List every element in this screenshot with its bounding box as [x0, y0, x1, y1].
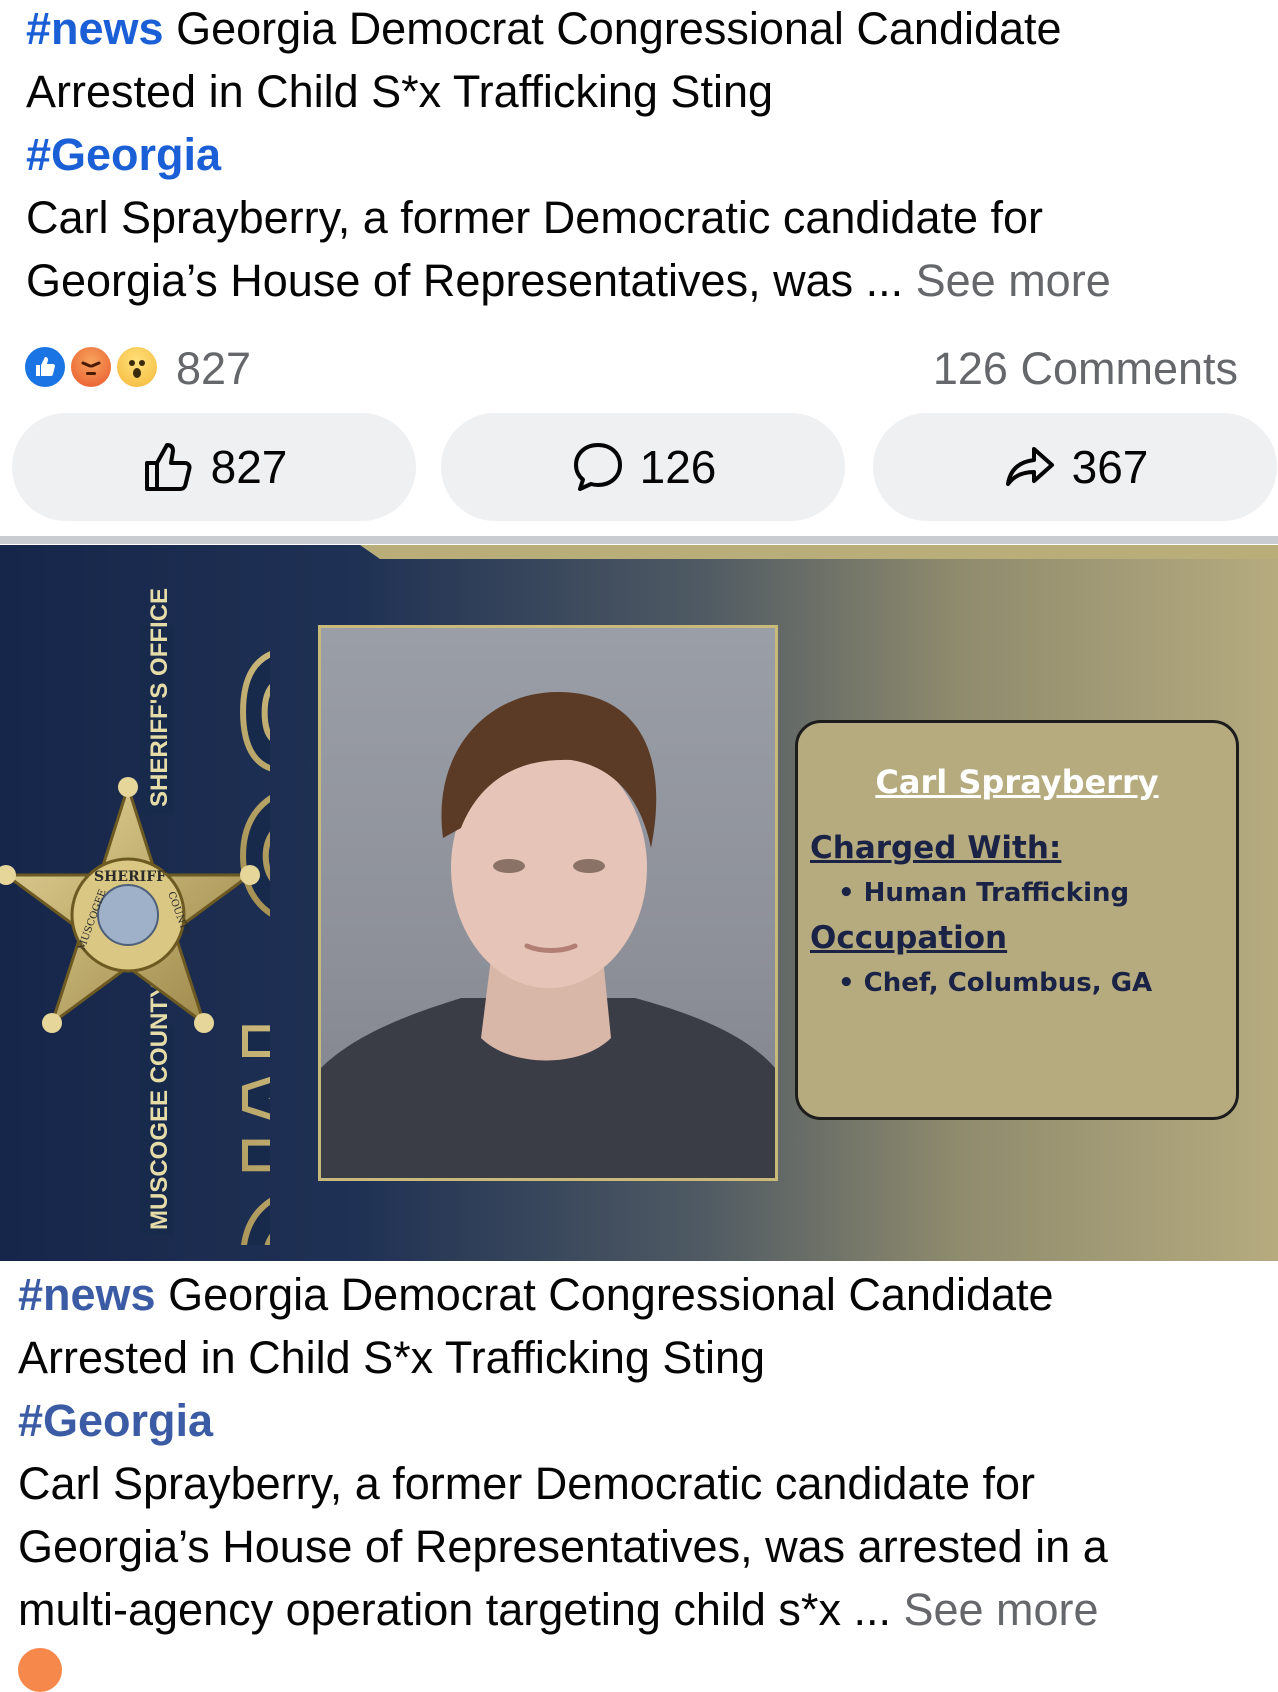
share-icon — [1005, 447, 1054, 486]
hashtag-georgia[interactable]: #Georgia — [26, 123, 1256, 186]
occupation-heading: Occupation — [810, 920, 1008, 956]
charged-heading: Charged With: — [810, 830, 1062, 866]
angry-icon — [68, 344, 114, 390]
top-gold-stripe — [360, 545, 1278, 559]
like-button[interactable]: 827 — [12, 413, 416, 521]
body-line-1: Carl Sprayberry, a former Democratic can… — [26, 192, 1044, 243]
badge-text-top: SHERIFF — [94, 869, 166, 885]
body-line-2: Georgia’s House of Representatives, was … — [26, 255, 1111, 306]
separator — [0, 536, 1278, 544]
like-icon — [22, 344, 68, 390]
share-count: 367 — [1071, 441, 1149, 493]
shared-body-line-3: multi-agency operation targeting child s… — [18, 1584, 1099, 1635]
reactions-summary[interactable]: 827 126 Comments — [22, 341, 1238, 397]
post-image[interactable]: SO MC SHERIFF'S OFFICE MUSCOGEE COUNTY S… — [0, 545, 1278, 1261]
like-count: 827 — [210, 441, 288, 493]
comment-icon — [573, 443, 622, 491]
headline-line-2: Arrested in Child S*x Trafficking Sting — [26, 66, 774, 117]
charge-item: • Human Trafficking — [838, 878, 1130, 908]
shared-hashtag-news[interactable]: #news — [18, 1269, 156, 1320]
occupation-item: • Chef, Columbus, GA — [838, 968, 1153, 998]
thumbs-up-icon — [144, 443, 192, 491]
comment-count: 126 — [639, 441, 717, 493]
shared-hashtag-georgia[interactable]: #Georgia — [18, 1389, 1268, 1452]
arrest-info-card: Carl Sprayberry Charged With: • Human Tr… — [795, 720, 1239, 1120]
shared-body-line-2: Georgia’s House of Representatives, was … — [18, 1521, 1108, 1572]
mugshot-photo — [318, 625, 778, 1181]
sheriff-logo: SO MC SHERIFF'S OFFICE MUSCOGEE COUNTY S… — [0, 588, 270, 1245]
arrestee-name: Carl Sprayberry — [875, 763, 1159, 801]
agency-vertical-bottom: MUSCOGEE COUNTY — [146, 982, 173, 1230]
comment-button[interactable]: 126 — [441, 413, 845, 521]
headline-line-1: #news Georgia Democrat Congressional Can… — [26, 3, 1062, 54]
comments-count[interactable]: 126 Comments — [933, 343, 1238, 395]
agency-vertical-top: SHERIFF'S OFFICE — [146, 588, 173, 807]
shared-body-line-1: Carl Sprayberry, a former Democratic can… — [18, 1458, 1036, 1509]
share-button[interactable]: 367 — [873, 413, 1277, 521]
reaction-icon-partial — [18, 1648, 62, 1692]
post-text: #news Georgia Democrat Congressional Can… — [26, 0, 1256, 312]
shared-headline-line-1: #news Georgia Democrat Congressional Can… — [18, 1269, 1054, 1320]
see-more-link[interactable]: See more — [916, 255, 1111, 306]
hashtag-news[interactable]: #news — [26, 3, 164, 54]
shared-post-text: #news Georgia Democrat Congressional Can… — [18, 1263, 1268, 1641]
shared-see-more-link[interactable]: See more — [903, 1584, 1098, 1635]
wow-icon — [114, 344, 160, 390]
letters-mc: MC — [202, 1015, 270, 1245]
reaction-count: 827 — [176, 343, 252, 394]
shared-headline-line-2: Arrested in Child S*x Trafficking Sting — [18, 1332, 766, 1383]
